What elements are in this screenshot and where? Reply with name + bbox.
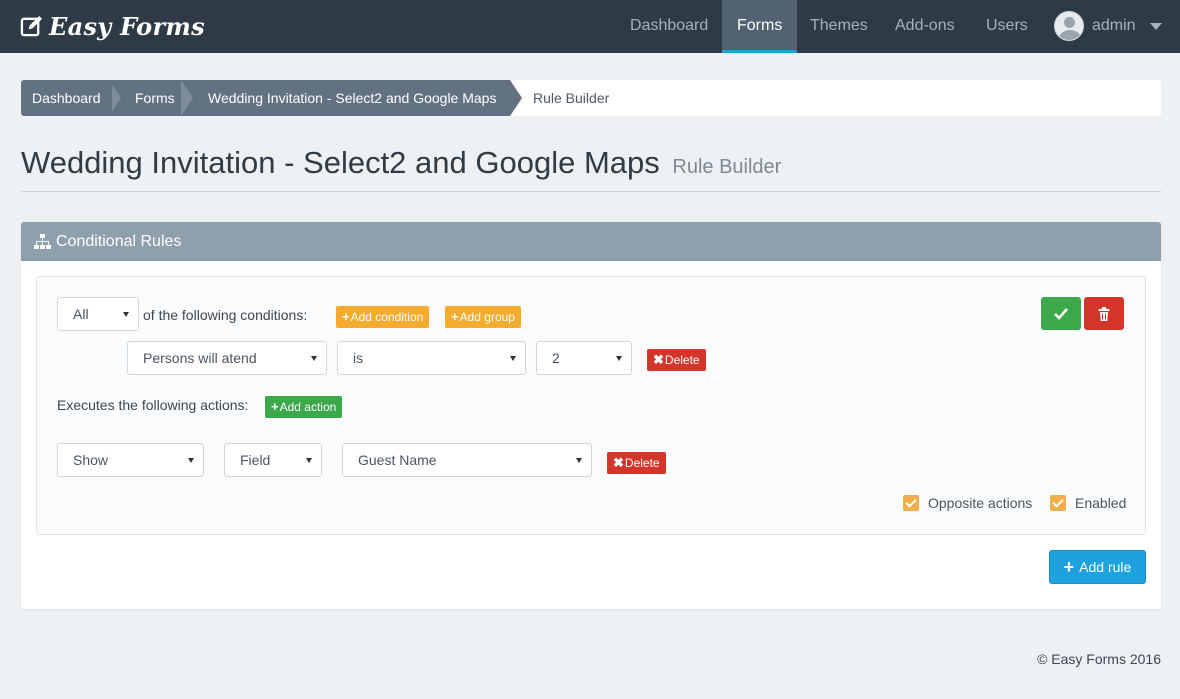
caret-down-icon <box>188 458 194 463</box>
breadcrumb-separator-fill <box>109 80 112 116</box>
conditions-label: of the following conditions: <box>143 307 308 323</box>
remove-icon: ✖ <box>613 455 624 470</box>
conditional-rules-panel: Conditional Rules All of the following c… <box>21 222 1161 609</box>
delete-action-button[interactable]: ✖Delete <box>607 452 666 474</box>
enabled-label: Enabled <box>1075 495 1127 511</box>
panel-heading: Conditional Rules <box>21 222 1161 261</box>
nav-themes[interactable]: Themes <box>795 0 883 53</box>
condition-operator-value: is <box>353 350 364 366</box>
delete-condition-button[interactable]: ✖Delete <box>647 349 706 371</box>
breadcrumb-arrow <box>510 80 522 116</box>
page-title: Wedding Invitation - Select2 and Google … <box>21 145 781 181</box>
plus-icon: + <box>271 399 279 414</box>
checkbox-checked-icon <box>903 495 919 511</box>
opposite-actions-label: Opposite actions <box>928 495 1033 511</box>
nav-add-ons[interactable]: Add-ons <box>880 0 970 53</box>
edit-icon <box>20 15 43 36</box>
match-select-value: All <box>73 306 89 322</box>
breadcrumb: Dashboard Forms Wedding Invitation - Sel… <box>21 80 1161 116</box>
actions-label: Executes the following actions: <box>57 397 249 413</box>
caret-down-icon <box>616 356 622 361</box>
title-divider <box>21 191 1161 192</box>
rule-card: All of the following conditions: +Add co… <box>36 276 1146 535</box>
condition-field-value: Persons will atend <box>143 350 257 366</box>
condition-field-select[interactable]: Persons will atend <box>127 341 327 375</box>
page-title-text: Wedding Invitation - Select2 and Google … <box>21 145 660 180</box>
opposite-actions-checkbox[interactable]: Opposite actions <box>903 495 1032 511</box>
action-field-select[interactable]: Guest Name <box>342 443 592 477</box>
add-condition-button[interactable]: +Add condition <box>336 306 430 328</box>
check-icon <box>1054 307 1068 320</box>
plus-icon: + <box>342 309 350 324</box>
caret-down-icon <box>510 356 516 361</box>
action-target-select[interactable]: Field <box>224 443 322 477</box>
breadcrumb-forms[interactable]: Forms <box>135 80 175 116</box>
delete-rule-button[interactable] <box>1084 297 1124 330</box>
brand-logo[interactable]: Easy Forms <box>20 10 205 42</box>
plus-icon: + <box>1063 557 1075 577</box>
user-menu[interactable]: admin <box>1054 10 1162 42</box>
breadcrumb-form-name[interactable]: Wedding Invitation - Select2 and Google … <box>208 80 496 116</box>
caret-down-icon <box>306 458 312 463</box>
action-field-value: Guest Name <box>358 452 437 468</box>
avatar <box>1054 11 1084 41</box>
plus-icon: + <box>451 309 459 324</box>
action-type-select[interactable]: Show <box>57 443 204 477</box>
nav-users[interactable]: Users <box>971 0 1043 53</box>
save-rule-button[interactable] <box>1041 297 1081 330</box>
match-select[interactable]: All <box>57 297 139 331</box>
enabled-checkbox[interactable]: Enabled <box>1050 495 1126 511</box>
delete-action-label: Delete <box>624 456 660 470</box>
breadcrumb-dashboard[interactable]: Dashboard <box>32 80 101 116</box>
add-group-button[interactable]: +Add group <box>445 306 521 328</box>
add-action-label: Add action <box>279 400 337 414</box>
user-name: admin <box>1092 17 1136 34</box>
panel-title: Conditional Rules <box>56 232 182 250</box>
caret-down-icon <box>123 312 129 317</box>
checkbox-checked-icon <box>1050 495 1066 511</box>
add-rule-button[interactable]: + Add rule <box>1049 550 1146 584</box>
action-type-value: Show <box>73 452 109 468</box>
action-target-value: Field <box>240 452 271 468</box>
chevron-down-icon <box>1149 22 1162 30</box>
add-condition-label: Add condition <box>350 310 424 324</box>
caret-down-icon <box>311 356 317 361</box>
delete-condition-label: Delete <box>664 353 700 367</box>
top-navbar: Easy Forms Dashboard Forms Themes Add-on… <box>0 0 1180 53</box>
page-subtitle: Rule Builder <box>672 156 782 178</box>
breadcrumb-separator <box>181 80 193 116</box>
caret-down-icon <box>576 458 582 463</box>
footer-copyright: © Easy Forms 2016 <box>1037 651 1161 667</box>
condition-operator-select[interactable]: is <box>337 341 526 375</box>
condition-value-select[interactable]: 2 <box>536 341 632 375</box>
breadcrumb-current: Rule Builder <box>533 90 610 106</box>
condition-value: 2 <box>552 350 560 366</box>
add-group-label: Add group <box>459 310 515 324</box>
add-action-button[interactable]: +Add action <box>265 396 343 418</box>
trash-icon <box>1098 306 1110 321</box>
nav-dashboard[interactable]: Dashboard <box>615 0 723 53</box>
brand-name: Easy Forms <box>49 11 205 41</box>
remove-icon: ✖ <box>653 352 664 367</box>
add-rule-label: Add rule <box>1079 559 1132 575</box>
nav-forms[interactable]: Forms <box>722 0 798 53</box>
sitemap-icon <box>34 234 51 249</box>
